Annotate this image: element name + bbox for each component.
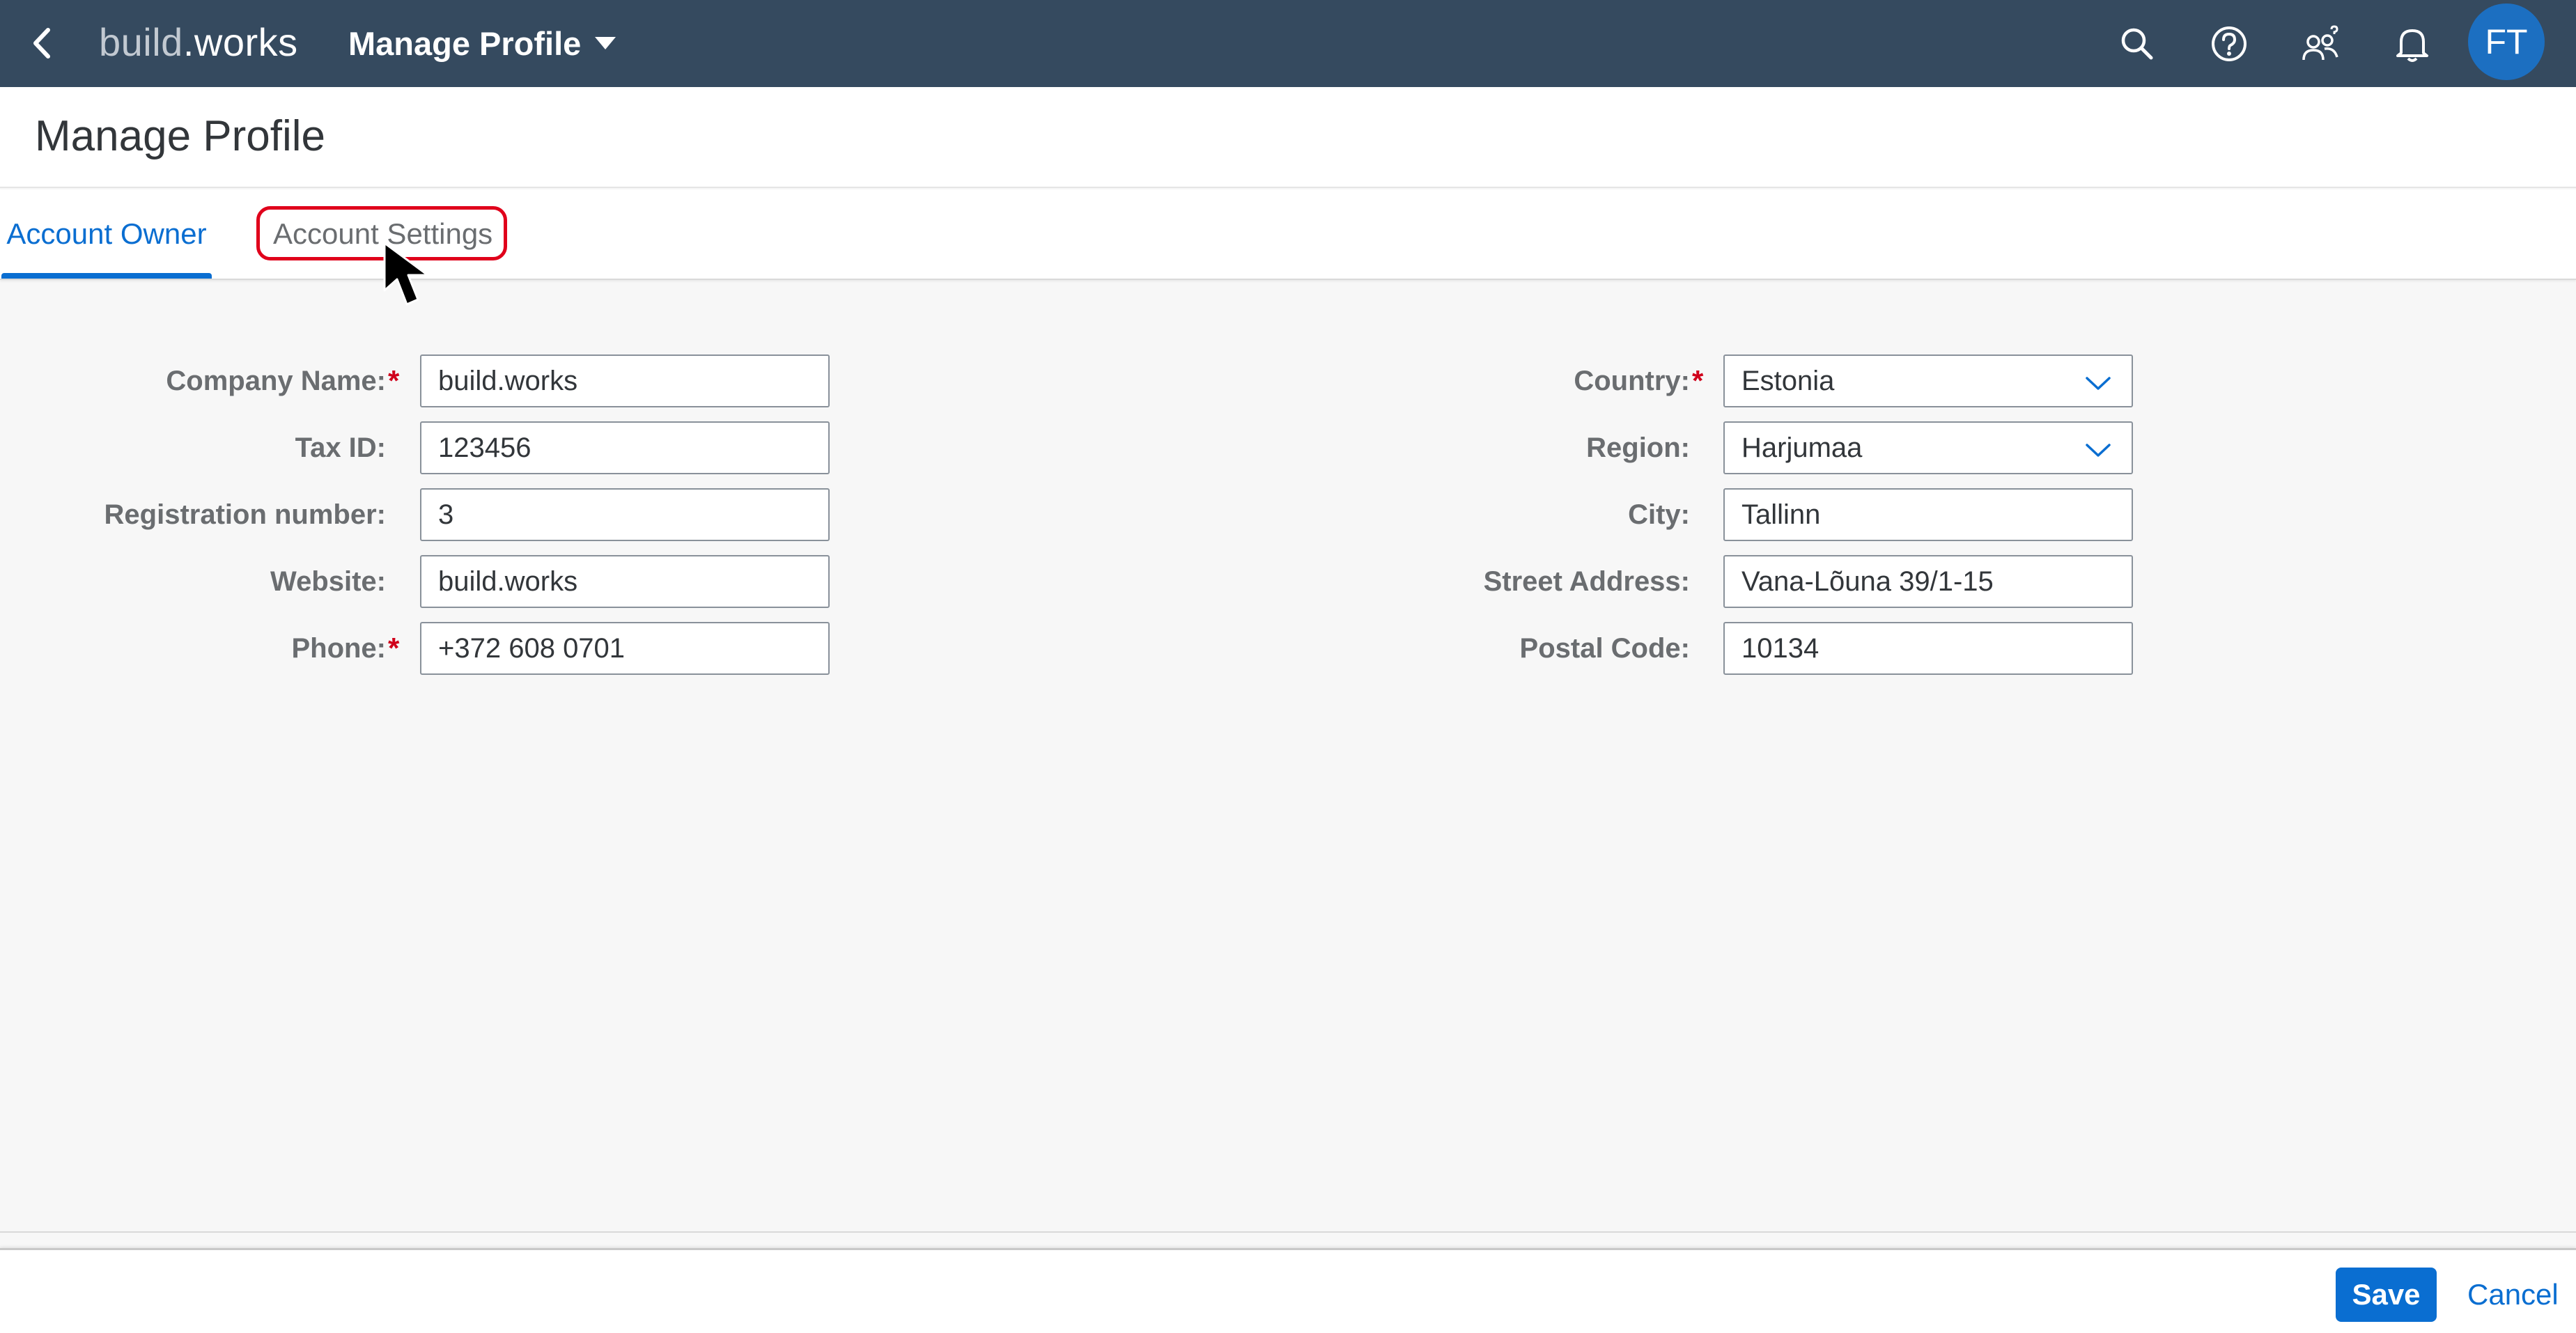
label-tax-id: Tax ID:: [295, 432, 386, 463]
footer-toolbar: Save Cancel: [0, 1248, 2576, 1333]
tab-bar: Account Owner Account Settings: [0, 189, 2576, 280]
tab-selected-indicator: [1, 273, 212, 279]
search-button[interactable]: [2113, 20, 2162, 68]
chevron-down-icon: [2086, 444, 2111, 457]
help-button[interactable]: [2205, 20, 2253, 68]
label-city: City:: [1628, 499, 1690, 530]
required-marker: *: [388, 364, 400, 397]
user-avatar[interactable]: FT: [2468, 3, 2545, 80]
required-marker: *: [388, 632, 400, 664]
city-input[interactable]: [1723, 488, 2133, 541]
save-button[interactable]: Save: [2336, 1268, 2437, 1322]
country-select[interactable]: Estonia: [1723, 354, 2133, 407]
user-group-button[interactable]: [2297, 20, 2345, 68]
chevron-down-icon: [2086, 377, 2111, 390]
cancel-button[interactable]: Cancel: [2459, 1268, 2567, 1322]
region-select[interactable]: Harjumaa: [1723, 421, 2133, 474]
help-icon: [2212, 26, 2247, 61]
back-button[interactable]: [21, 21, 63, 65]
user-group-icon: [2302, 25, 2338, 61]
app-title-menu[interactable]: Manage Profile: [348, 18, 616, 68]
shell-bar: build.works Manage Profile FT: [0, 0, 2576, 87]
label-street-address: Street Address:: [1483, 566, 1690, 597]
company-name-input[interactable]: [420, 354, 830, 407]
label-website: Website:: [270, 566, 386, 597]
postal-code-input[interactable]: [1723, 622, 2133, 675]
caret-down-icon: [595, 37, 616, 49]
registration-number-input[interactable]: [420, 488, 830, 541]
tax-id-input[interactable]: [420, 421, 830, 474]
label-region: Region:: [1586, 432, 1690, 463]
back-icon: [33, 28, 50, 59]
search-icon: [2121, 28, 2153, 60]
street-address-input[interactable]: [1723, 555, 2133, 608]
notifications-button[interactable]: [2388, 20, 2437, 68]
logo[interactable]: build.works: [99, 17, 298, 68]
page-title: Manage Profile: [35, 112, 326, 160]
label-postal-code: Postal Code:: [1519, 633, 1690, 664]
app-title: Manage Profile: [348, 24, 582, 62]
tab-account-owner[interactable]: Account Owner: [1, 189, 212, 279]
label-company-name: Company Name:: [166, 366, 386, 396]
label-country: Country:: [1574, 366, 1690, 396]
tab-account-settings[interactable]: Account Settings: [273, 189, 492, 279]
label-registration-number: Registration number:: [104, 499, 386, 530]
required-marker: *: [1692, 364, 1704, 397]
content-bottom-divider: [0, 1231, 2576, 1233]
website-input[interactable]: [420, 555, 830, 608]
phone-input[interactable]: [420, 622, 830, 675]
page-header: Manage Profile: [0, 87, 2576, 188]
bell-icon: [2396, 29, 2428, 62]
label-phone: Phone:: [291, 633, 386, 664]
